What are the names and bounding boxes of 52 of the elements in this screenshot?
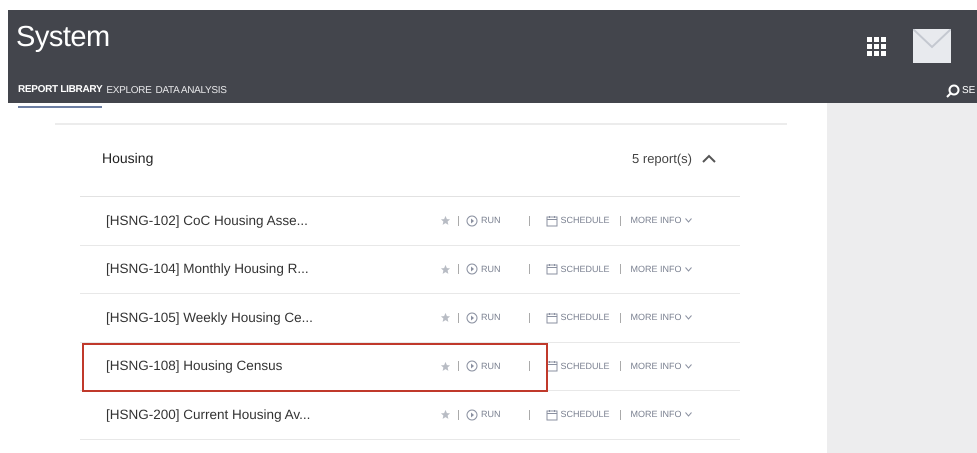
calendar-icon: [546, 263, 558, 276]
more-info-link[interactable]: MORE INFO: [630, 262, 692, 276]
run-link[interactable]: RUN: [466, 214, 500, 228]
app-grid-icon[interactable]: [865, 35, 887, 57]
caret-icon: [684, 218, 692, 224]
report-name[interactable]: [HSNG-102] CoC Housing Asse...: [80, 210, 440, 231]
calendar-icon: [546, 360, 558, 372]
nav-tab[interactable]: DATA ANALYSIS: [155, 80, 227, 108]
star-icon[interactable]: [440, 312, 451, 324]
run-link[interactable]: RUN: [466, 408, 500, 422]
caret-icon: [684, 266, 692, 272]
section-header[interactable]: Housing 5 report(s): [80, 125, 740, 197]
play-icon: [466, 214, 478, 227]
run-link[interactable]: RUN: [466, 360, 500, 373]
star-icon[interactable]: [440, 264, 451, 275]
search-label[interactable]: SE: [962, 83, 976, 98]
run-link[interactable]: RUN: [466, 311, 500, 324]
schedule-link[interactable]: SCHEDULE: [546, 214, 610, 228]
app-title: System: [16, 20, 110, 55]
mail-icon[interactable]: [913, 29, 951, 63]
caret-icon: [684, 364, 692, 369]
play-icon: [466, 312, 478, 324]
more-info-link[interactable]: MORE INFO: [630, 311, 692, 324]
nav-tab[interactable]: REPORT LIBRARY: [18, 80, 102, 108]
search-icon[interactable]: [946, 84, 960, 98]
report-name[interactable]: [HSNG-200] Current Housing Av...: [80, 404, 440, 425]
play-icon: [466, 408, 478, 421]
caret-icon: [684, 412, 692, 418]
calendar-icon: [546, 312, 558, 324]
play-icon: [466, 360, 478, 372]
section-title: Housing: [102, 149, 154, 168]
star-icon[interactable]: [440, 360, 451, 372]
report-name[interactable]: [HSNG-104] Monthly Housing R...: [80, 259, 440, 280]
caret-icon: [684, 315, 692, 320]
star-icon[interactable]: [440, 215, 451, 226]
star-icon[interactable]: [440, 409, 451, 420]
calendar-icon: [546, 408, 558, 421]
schedule-link[interactable]: SCHEDULE: [546, 408, 610, 422]
report-name[interactable]: [HSNG-108] Housing Census: [80, 356, 440, 376]
more-info-link[interactable]: MORE INFO: [630, 408, 692, 422]
calendar-icon: [546, 214, 558, 227]
chevron-icon[interactable]: [702, 154, 716, 164]
report-name[interactable]: [HSNG-105] Weekly Housing Ce...: [80, 308, 440, 328]
more-info-link[interactable]: MORE INFO: [630, 360, 692, 373]
schedule-link[interactable]: SCHEDULE: [546, 311, 610, 324]
schedule-link[interactable]: SCHEDULE: [546, 262, 610, 276]
play-icon: [466, 263, 478, 276]
nav-tab[interactable]: EXPLORE: [106, 80, 152, 108]
more-info-link[interactable]: MORE INFO: [630, 214, 692, 228]
schedule-link[interactable]: SCHEDULE: [546, 360, 610, 373]
run-link[interactable]: RUN: [466, 262, 500, 276]
report-count: 5 report(s): [632, 150, 692, 168]
